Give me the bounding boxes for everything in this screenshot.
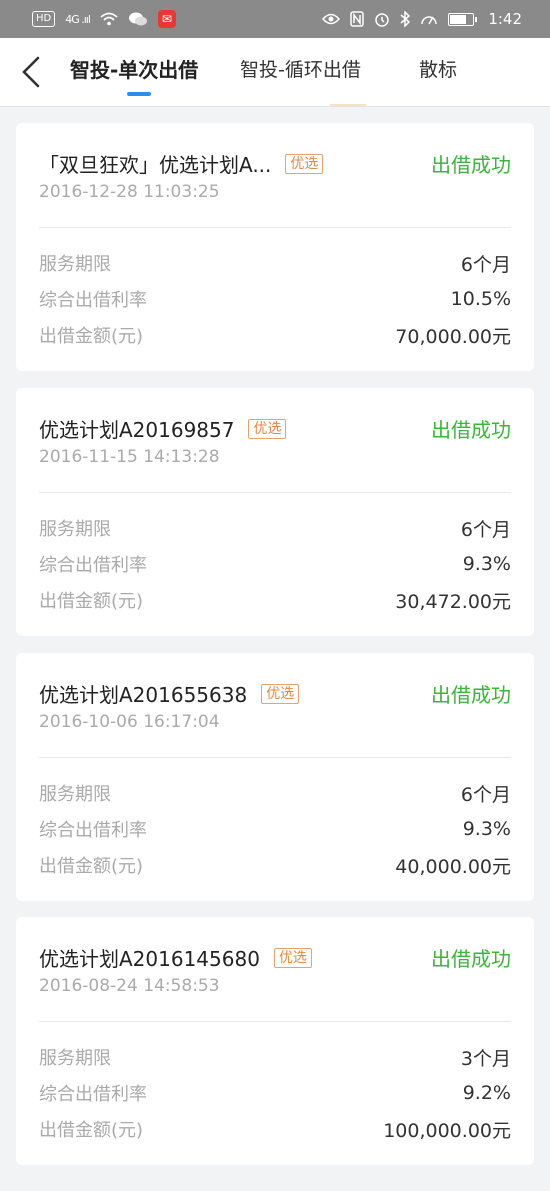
rate-label: 综合出借利率	[39, 290, 147, 311]
record-date: 2016-12-28 11:03:25	[39, 182, 220, 202]
rate-label: 综合出借利率	[39, 820, 147, 841]
rate-row: 综合出借利率 9.3%	[39, 551, 511, 577]
nav-accent-line	[330, 104, 366, 106]
rate-label: 综合出借利率	[39, 555, 147, 576]
record-date: 2016-08-24 14:58:53	[39, 976, 220, 996]
divider	[39, 1021, 511, 1022]
record-title: 优选计划A2016145680	[39, 947, 260, 971]
term-row: 服务期限 6个月	[39, 515, 511, 541]
rate-row: 综合出借利率 9.3%	[39, 816, 511, 842]
amount-label: 出借金额(元)	[39, 1120, 144, 1141]
rate-value: 9.2%	[462, 1082, 511, 1104]
battery-icon	[448, 12, 478, 26]
record-card[interactable]: 优选计划A2016145680 优选 出借成功 2016-08-24 14:58…	[16, 917, 534, 1165]
back-arrow-icon[interactable]	[16, 54, 48, 90]
record-title: 「双旦狂欢」优选计划A...	[39, 153, 272, 177]
amount-row: 出借金额(元) 100,000.00元	[39, 1116, 511, 1142]
rate-label: 综合出借利率	[39, 1084, 147, 1105]
amount-row: 出借金额(元) 40,000.00元	[39, 852, 511, 878]
record-status: 出借成功	[431, 947, 511, 971]
rate-value: 9.3%	[462, 818, 511, 840]
amount-label: 出借金额(元)	[39, 591, 144, 612]
record-date: 2016-11-15 14:13:28	[39, 447, 220, 467]
record-card[interactable]: 优选计划A201655638 优选 出借成功 2016-10-06 16:17:…	[16, 653, 534, 901]
eye-icon	[322, 13, 341, 25]
preferred-tag: 优选	[285, 153, 324, 174]
record-status: 出借成功	[431, 683, 511, 707]
amount-row: 出借金额(元) 70,000.00元	[39, 322, 511, 348]
record-card[interactable]: 「双旦狂欢」优选计划A... 优选 出借成功 2016-12-28 11:03:…	[16, 123, 534, 371]
wechat-icon	[128, 12, 147, 26]
term-label: 服务期限	[39, 519, 111, 540]
divider	[39, 492, 511, 493]
record-status: 出借成功	[431, 418, 511, 442]
preferred-tag: 优选	[261, 683, 300, 704]
amount-label: 出借金额(元)	[39, 326, 144, 347]
bluetooth-icon	[400, 11, 411, 27]
rate-row: 综合出借利率 9.2%	[39, 1080, 511, 1106]
record-card[interactable]: 优选计划A20169857 优选 出借成功 2016-11-15 14:13:2…	[16, 388, 534, 636]
speed-icon	[421, 16, 438, 25]
tab-scattered-bids[interactable]: 散标	[419, 38, 457, 106]
active-tab-indicator	[127, 92, 151, 96]
term-value: 6个月	[460, 783, 511, 806]
amount-value: 40,000.00元	[395, 855, 511, 878]
signal-icon: 4G .ııl	[65, 12, 91, 26]
term-label: 服务期限	[39, 1048, 111, 1069]
amount-label: 出借金额(元)	[39, 856, 144, 877]
term-label: 服务期限	[39, 254, 111, 275]
record-status: 出借成功	[431, 153, 511, 177]
nav-header: 智投-单次出借 智投-循环出借 散标	[0, 38, 550, 107]
wifi-icon	[100, 12, 118, 26]
term-row: 服务期限 6个月	[39, 250, 511, 276]
record-title: 优选计划A201655638	[39, 683, 248, 707]
divider	[39, 227, 511, 228]
term-row: 服务期限 3个月	[39, 1044, 511, 1070]
divider	[39, 757, 511, 758]
nfc-icon	[350, 11, 365, 27]
term-row: 服务期限 6个月	[39, 780, 511, 806]
status-bar: HD 4G .ııl ✉ 1:42	[0, 0, 550, 38]
amount-value: 70,000.00元	[395, 325, 511, 348]
record-date: 2016-10-06 16:17:04	[39, 712, 220, 732]
rate-value: 10.5%	[450, 288, 511, 310]
amount-value: 30,472.00元	[395, 590, 511, 613]
amount-row: 出借金额(元) 30,472.00元	[39, 587, 511, 613]
hd-icon: HD	[32, 11, 56, 27]
term-value: 6个月	[460, 253, 511, 276]
term-value: 3个月	[460, 1047, 511, 1070]
term-value: 6个月	[460, 518, 511, 541]
record-title: 优选计划A20169857	[39, 418, 235, 442]
amount-value: 100,000.00元	[383, 1119, 511, 1142]
rate-value: 9.3%	[462, 553, 511, 575]
tab-cyclic-lending[interactable]: 智投-循环出借	[240, 38, 361, 106]
alarm-icon	[375, 13, 390, 27]
preferred-tag: 优选	[273, 947, 312, 968]
status-time: 1:42	[488, 10, 522, 28]
notification-app-icon: ✉	[157, 10, 176, 28]
term-label: 服务期限	[39, 784, 111, 805]
preferred-tag: 优选	[248, 418, 287, 439]
rate-row: 综合出借利率 10.5%	[39, 286, 511, 312]
